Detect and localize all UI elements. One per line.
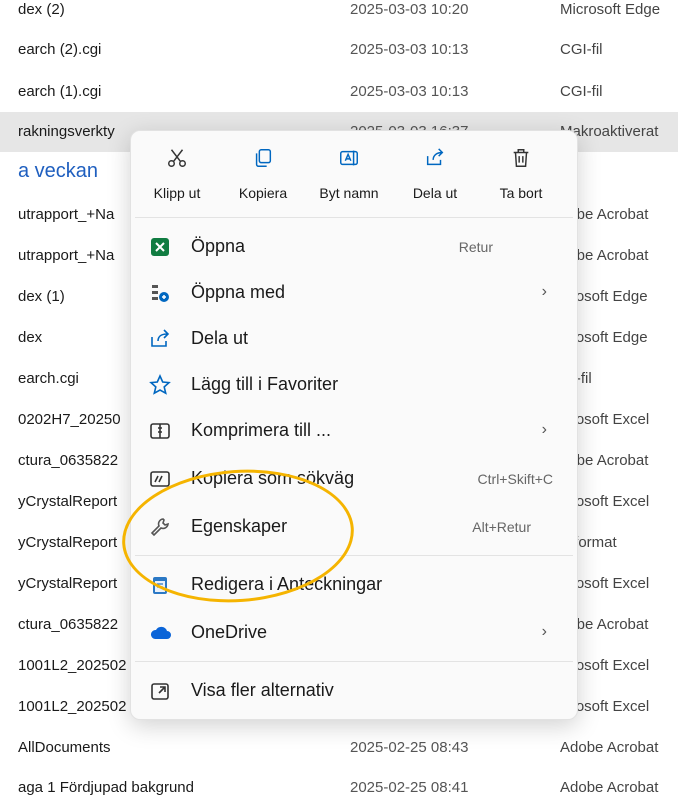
menu-item-shortcut: Retur [458, 239, 493, 255]
path-icon [149, 468, 171, 490]
menu-item-label: Redigera i Anteckningar [191, 574, 383, 594]
file-name: dex [18, 329, 43, 346]
file-type: CGI-fil [560, 41, 603, 58]
menu-item-share[interactable]: Dela ut [137, 317, 569, 361]
file-date: 2025-03-03 10:13 [350, 41, 469, 58]
table-row[interactable]: dex (2) 2025-03-03 10:20 Microsoft Edge [0, 0, 678, 30]
share-button[interactable]: Dela ut [397, 131, 473, 211]
copy-icon [225, 147, 301, 171]
trash-icon [483, 147, 559, 171]
menu-item-edit-notepad[interactable]: Redigera i Anteckningar [137, 563, 569, 607]
menu-item-properties[interactable]: Egenskaper Alt+Retur [137, 505, 569, 549]
file-type: Microsoft Edge [560, 1, 661, 18]
table-row[interactable]: AllDocuments 2025-02-25 08:43 Adobe Acroba… [0, 728, 678, 768]
menu-item-shortcut: Ctrl+Skift+C [477, 471, 553, 487]
copy-button[interactable]: Kopiera [225, 131, 301, 211]
menu-item-add-favorites[interactable]: Lägg till i Favoriter [137, 363, 569, 407]
copy-label: Kopiera [238, 185, 288, 201]
chevron-right-icon: › [541, 623, 547, 640]
cut-label: Klipp ut [153, 185, 201, 201]
share-label: Dela ut [412, 185, 458, 201]
menu-item-label: Öppna med [191, 282, 286, 302]
file-type: Adobe Acrobat [560, 779, 659, 796]
file-name: yCrystalReport [18, 493, 118, 510]
menu-item-copy-as-path[interactable]: Kopiera som sökväg Ctrl+Skift+C [137, 457, 569, 501]
file-date: 2025-02-25 08:41 [350, 779, 469, 796]
file-name: dex (2) [18, 1, 65, 18]
star-icon [149, 374, 171, 396]
group-header[interactable]: a veckan [18, 160, 98, 183]
file-type: Adobe Acrobat [560, 739, 659, 756]
delete-label: Ta bort [499, 185, 543, 201]
file-name: earch (2).cgi [18, 41, 102, 58]
cloud-icon [149, 622, 171, 644]
file-name: AllDocuments [18, 739, 111, 756]
cut-button[interactable]: Klipp ut [139, 131, 215, 211]
chevron-right-icon: › [541, 421, 547, 438]
scissors-icon [139, 147, 215, 171]
menu-item-label: Egenskaper [191, 516, 288, 536]
menu-item-label: Komprimera till ... [191, 420, 332, 440]
file-name: utrapport_+Na [18, 206, 115, 223]
share-icon [149, 328, 171, 350]
menu-item-compress[interactable]: Komprimera till ... › [137, 409, 569, 453]
menu-item-more-options[interactable]: Visa fler alternativ [137, 669, 569, 713]
menu-item-onedrive[interactable]: OneDrive › [137, 611, 569, 655]
menu-item-label: OneDrive [191, 622, 268, 642]
divider [135, 217, 573, 218]
file-name: yCrystalReport [18, 534, 118, 551]
file-name: yCrystalReport [18, 575, 118, 592]
file-name: utrapport_+Na [18, 247, 115, 264]
notepad-icon [149, 574, 171, 596]
table-row[interactable]: earch (1).cgi 2025-03-03 10:13 CGI-fil [0, 72, 678, 112]
file-date: 2025-03-03 10:20 [350, 1, 469, 18]
menu-item-label: Kopiera som sökväg [191, 468, 355, 488]
file-name: dex (1) [18, 288, 65, 305]
divider [135, 661, 573, 662]
file-date: 2025-02-25 08:43 [350, 739, 469, 756]
menu-item-open[interactable]: Öppna Retur [137, 225, 569, 269]
chevron-right-icon: › [541, 283, 547, 300]
menu-item-label: Dela ut [191, 328, 249, 348]
file-name: 0202H7_20250 [18, 411, 121, 428]
open-with-icon [149, 282, 171, 304]
menu-item-label: Lägg till i Favoriter [191, 374, 339, 394]
menu-item-shortcut: Alt+Retur [472, 519, 531, 535]
delete-button[interactable]: Ta bort [483, 131, 559, 211]
file-name: earch (1).cgi [18, 83, 102, 100]
table-row[interactable]: earch (2).cgi 2025-03-03 10:13 CGI-fil [0, 30, 678, 70]
context-menu: Klipp ut Kopiera Byt namn Dela ut Ta bor… [130, 130, 578, 720]
file-name: aga 1 Fördjupad bakgrund [18, 779, 194, 796]
share-icon [397, 147, 473, 171]
file-name: ctura_0635822 [18, 452, 119, 469]
menu-item-open-with[interactable]: Öppna med › [137, 271, 569, 315]
file-name: 1001L2_202502 [18, 698, 127, 715]
file-name: earch.cgi [18, 370, 79, 387]
file-name: ctura_0635822 [18, 616, 119, 633]
wrench-icon [149, 516, 171, 538]
more-options-icon [149, 680, 171, 702]
zip-icon [149, 420, 171, 442]
excel-icon [149, 236, 171, 258]
rename-icon [311, 147, 387, 171]
rename-label: Byt namn [319, 185, 379, 201]
file-type: CGI-fil [560, 83, 603, 100]
menu-item-label: Visa fler alternativ [191, 680, 334, 700]
divider [135, 555, 573, 556]
menu-item-label: Öppna [191, 236, 246, 256]
table-row[interactable]: aga 1 Fördjupad bakgrund 2025-02-25 08:41… [0, 768, 678, 808]
file-date: 2025-03-03 10:13 [350, 83, 469, 100]
file-name: 1001L2_202502 [18, 657, 127, 674]
rename-button[interactable]: Byt namn [311, 131, 387, 211]
file-name: rakningsverkty [18, 123, 115, 140]
